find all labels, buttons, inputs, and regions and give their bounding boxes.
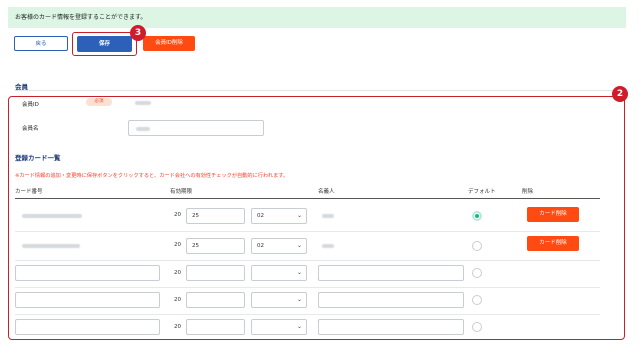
chevron-down-icon: ⌄ (296, 212, 302, 219)
delete-card-button[interactable]: カード削除 (527, 236, 579, 251)
expiry-year-input[interactable] (186, 265, 245, 281)
expiry-month-select[interactable]: 02 ⌄ (251, 208, 307, 224)
expiry-month-select[interactable]: ⌄ (251, 265, 307, 281)
default-radio-selected[interactable] (472, 211, 482, 221)
card-number-blurred (22, 214, 82, 218)
validation-warning: ※カード情報の追加・変更時に保存ボタンをクリックすると、カード会社への有効性チェ… (15, 173, 289, 179)
header-holder: 名義人 (318, 189, 335, 195)
card-number-input[interactable] (15, 265, 160, 281)
row-divider (15, 231, 600, 232)
required-badge: 必須 (86, 98, 112, 106)
header-expiry: 有効期限 (170, 189, 193, 195)
back-button[interactable]: 戻る (14, 36, 68, 51)
year-prefix: 20 (174, 212, 181, 218)
holder-name-blurred (322, 244, 334, 248)
notice-banner: お客様のカード情報を登録することができます。 (8, 7, 626, 28)
header-card-number: カード番号 (15, 189, 43, 195)
year-prefix: 20 (174, 297, 181, 303)
expiry-month-select[interactable]: ⌄ (251, 292, 307, 308)
delete-member-button[interactable]: 会員ID削除 (143, 36, 195, 51)
callout-badge-3: 3 (130, 25, 146, 41)
card-registration-page: お客様のカード情報を登録することができます。 戻る 保存 会員ID削除 3 会員… (0, 0, 640, 351)
expiry-month-value: 02 (257, 243, 264, 249)
expiry-month-value: 02 (257, 213, 264, 219)
default-radio[interactable] (472, 241, 482, 251)
expiry-year-input[interactable] (186, 319, 245, 335)
expiry-year-input[interactable]: 25 (186, 208, 245, 224)
default-radio[interactable] (472, 322, 482, 332)
chevron-down-icon: ⌄ (296, 296, 302, 303)
cards-section-title: 登録カード一覧 (15, 154, 61, 162)
year-prefix: 20 (174, 242, 181, 248)
holder-name-input[interactable] (318, 265, 464, 281)
default-radio[interactable] (472, 268, 482, 278)
header-default: デフォルト (468, 189, 496, 195)
delete-card-button[interactable]: カード削除 (527, 207, 579, 222)
expiry-year-input[interactable]: 25 (186, 238, 245, 254)
member-id-label: 会員ID (22, 102, 39, 108)
row-divider (15, 314, 600, 315)
section-divider (15, 90, 627, 91)
member-name-value-blurred (136, 127, 150, 131)
card-number-input[interactable] (15, 319, 160, 335)
header-delete: 削除 (522, 189, 534, 195)
chevron-down-icon: ⌄ (296, 323, 302, 330)
year-prefix: 20 (174, 270, 181, 276)
member-name-input[interactable] (128, 120, 264, 136)
default-radio[interactable] (472, 295, 482, 305)
year-prefix: 20 (174, 324, 181, 330)
holder-name-blurred (322, 214, 334, 218)
callout-badge-2: 2 (612, 86, 628, 102)
expiry-month-select[interactable]: 02 ⌄ (251, 238, 307, 254)
holder-name-input[interactable] (318, 319, 464, 335)
save-highlight-box (72, 32, 137, 56)
member-id-value-blurred (135, 101, 151, 105)
chevron-down-icon: ⌄ (296, 242, 302, 249)
row-divider (15, 287, 600, 288)
chevron-down-icon: ⌄ (296, 269, 302, 276)
card-number-blurred (22, 244, 80, 248)
expiry-month-select[interactable]: ⌄ (251, 319, 307, 335)
table-header-line (15, 198, 600, 199)
expiry-year-input[interactable] (186, 292, 245, 308)
row-divider (15, 260, 600, 261)
holder-name-input[interactable] (318, 292, 464, 308)
card-number-input[interactable] (15, 292, 160, 308)
member-name-label: 会員名 (22, 126, 39, 132)
